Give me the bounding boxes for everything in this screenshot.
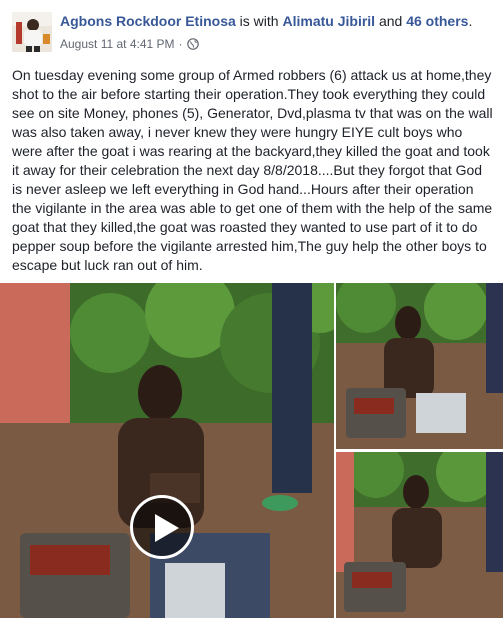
photo-thumbnail[interactable] — [336, 283, 503, 449]
tagged-others-link[interactable]: 46 others — [406, 13, 468, 29]
meta-separator: · — [178, 37, 183, 51]
post-text: On tuesday evening some group of Armed r… — [12, 67, 493, 273]
tag-suffix: . — [468, 13, 473, 29]
play-button[interactable] — [130, 495, 194, 559]
globe-icon[interactable] — [186, 38, 199, 50]
author-line: Agbons Rockdoor Etinosa is with Alimatu … — [60, 13, 472, 29]
tagged-person-link[interactable]: Alimatu Jibiril — [282, 13, 375, 29]
media-grid — [0, 283, 503, 618]
avatar[interactable] — [12, 12, 52, 52]
play-icon — [155, 514, 179, 542]
post-meta: August 11 at 4:41 PM · — [60, 37, 199, 51]
tag-prefix: is with — [235, 13, 283, 29]
photo-thumbnail[interactable] — [336, 452, 503, 618]
post-timestamp[interactable]: August 11 at 4:41 PM — [60, 37, 175, 51]
author-name[interactable]: Agbons Rockdoor Etinosa — [60, 13, 236, 29]
video-thumbnail[interactable] — [0, 283, 334, 618]
tag-and: and — [375, 13, 407, 29]
post-header: Agbons Rockdoor Etinosa is with Alimatu … — [0, 0, 503, 62]
